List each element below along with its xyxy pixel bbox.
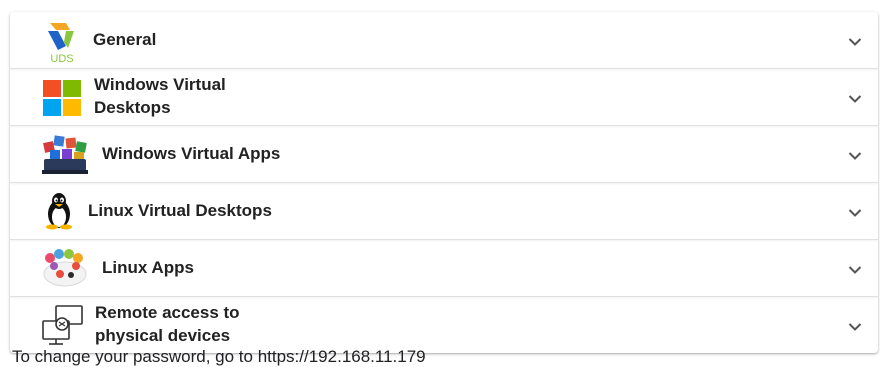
chevron-down-icon[interactable] xyxy=(848,208,862,218)
chevron-down-icon[interactable] xyxy=(848,322,862,332)
panel-linux-apps-label: Linux Apps xyxy=(102,258,194,277)
chevron-down-icon[interactable] xyxy=(848,151,862,161)
linux-penguin-icon xyxy=(46,193,72,230)
uds-logo-icon: UDS xyxy=(48,23,74,64)
change-password-message: To change your password, go to https://1… xyxy=(12,347,426,366)
panel-remote-access[interactable]: Remote access to physical devices xyxy=(10,297,878,353)
uds-logo-text: UDS xyxy=(50,53,73,64)
panel-linux-desktops-label: Linux Virtual Desktops xyxy=(88,201,272,220)
chevron-down-icon[interactable] xyxy=(848,94,862,104)
panel-general-label: General xyxy=(93,30,157,49)
panel-general[interactable]: UDS General xyxy=(10,12,878,69)
services-accordion: UDS General Windows Virtual Desktops Win… xyxy=(10,12,878,353)
panel-linux-virtual-desktops[interactable]: Linux Virtual Desktops xyxy=(10,183,878,240)
panel-windows-desktops-label-line2: Desktops xyxy=(94,98,171,117)
panel-windows-apps-label: Windows Virtual Apps xyxy=(102,144,281,163)
panel-windows-desktops-label-line1: Windows Virtual xyxy=(94,75,226,94)
chevron-down-icon[interactable] xyxy=(848,265,862,275)
panel-windows-virtual-desktops[interactable]: Windows Virtual Desktops xyxy=(10,69,878,126)
remote-desktop-icon xyxy=(42,305,83,345)
windows-apps-icon xyxy=(42,135,88,174)
panel-linux-apps[interactable]: Linux Apps xyxy=(10,240,878,297)
panel-windows-virtual-apps[interactable]: Windows Virtual Apps xyxy=(10,126,878,183)
linux-apps-icon xyxy=(43,249,87,287)
windows-logo-icon xyxy=(43,80,81,116)
panel-remote-access-label-line1: Remote access to xyxy=(95,303,240,322)
panel-remote-access-label-line2: physical devices xyxy=(95,326,231,345)
chevron-down-icon[interactable] xyxy=(848,37,862,47)
